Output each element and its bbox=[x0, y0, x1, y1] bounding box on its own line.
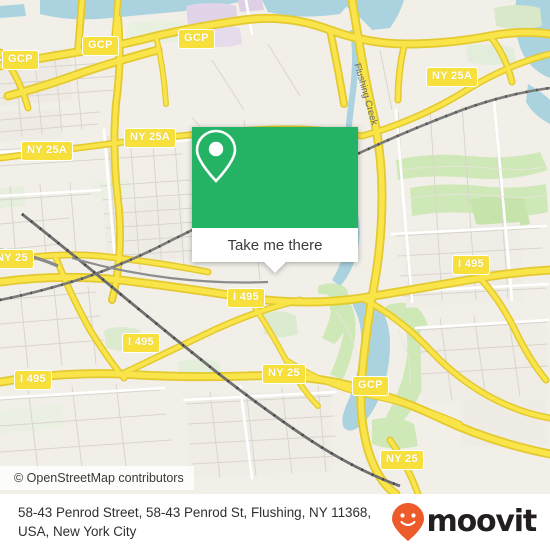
map-attribution[interactable]: © OpenStreetMap contributors bbox=[0, 466, 194, 490]
road-shield: GCP bbox=[82, 36, 119, 56]
road-shield: NY 25 bbox=[262, 364, 306, 384]
popup-image-area bbox=[192, 127, 358, 228]
map-screenshot: GCP GCP GCP NY 25A NY 25A NY 25A NY 25 I 495 I 4… bbox=[0, 0, 550, 550]
road-shield: I 495 bbox=[452, 255, 490, 275]
water-small-west bbox=[0, 4, 26, 18]
road-shield: I 495 bbox=[227, 288, 265, 308]
road-shield: GCP bbox=[352, 376, 389, 396]
road-shield: GCP bbox=[178, 29, 215, 49]
builtup-west-2 bbox=[0, 108, 62, 142]
industrial-zone-3 bbox=[238, 0, 264, 12]
green-patch-ne2 bbox=[494, 5, 542, 29]
road-shield: NY 25 bbox=[0, 249, 34, 269]
popup-action-bar[interactable]: Take me there bbox=[192, 228, 358, 273]
road-shield: I 495 bbox=[122, 333, 160, 353]
address-text: 58-43 Penrod Street, 58-43 Penrod St, Fl… bbox=[18, 504, 372, 539]
moovit-wordmark: moovit bbox=[426, 504, 538, 539]
road-shield: NY 25 bbox=[380, 450, 424, 470]
road-shield: I 495 bbox=[14, 370, 52, 390]
take-me-there-button-label[interactable]: Take me there bbox=[227, 238, 322, 253]
moovit-logo[interactable]: moovit bbox=[391, 502, 538, 542]
footer-bar: 58-43 Penrod Street, 58-43 Penrod St, Fl… bbox=[0, 494, 550, 550]
popup-pointer-triangle bbox=[264, 262, 286, 273]
location-popup-card[interactable]: Take me there bbox=[192, 127, 358, 273]
moovit-smiley-pin-icon bbox=[391, 503, 424, 541]
road-shield: NY 25A bbox=[124, 128, 177, 148]
road-shield: NY 25A bbox=[426, 67, 479, 87]
road-shield: NY 25A bbox=[21, 141, 74, 161]
park-patch-ne bbox=[470, 196, 530, 227]
map-pin-icon bbox=[195, 129, 237, 183]
map-canvas[interactable]: GCP GCP GCP NY 25A NY 25A NY 25A NY 25 I 495 I 4… bbox=[0, 0, 550, 494]
road-shield: GCP bbox=[2, 50, 39, 70]
